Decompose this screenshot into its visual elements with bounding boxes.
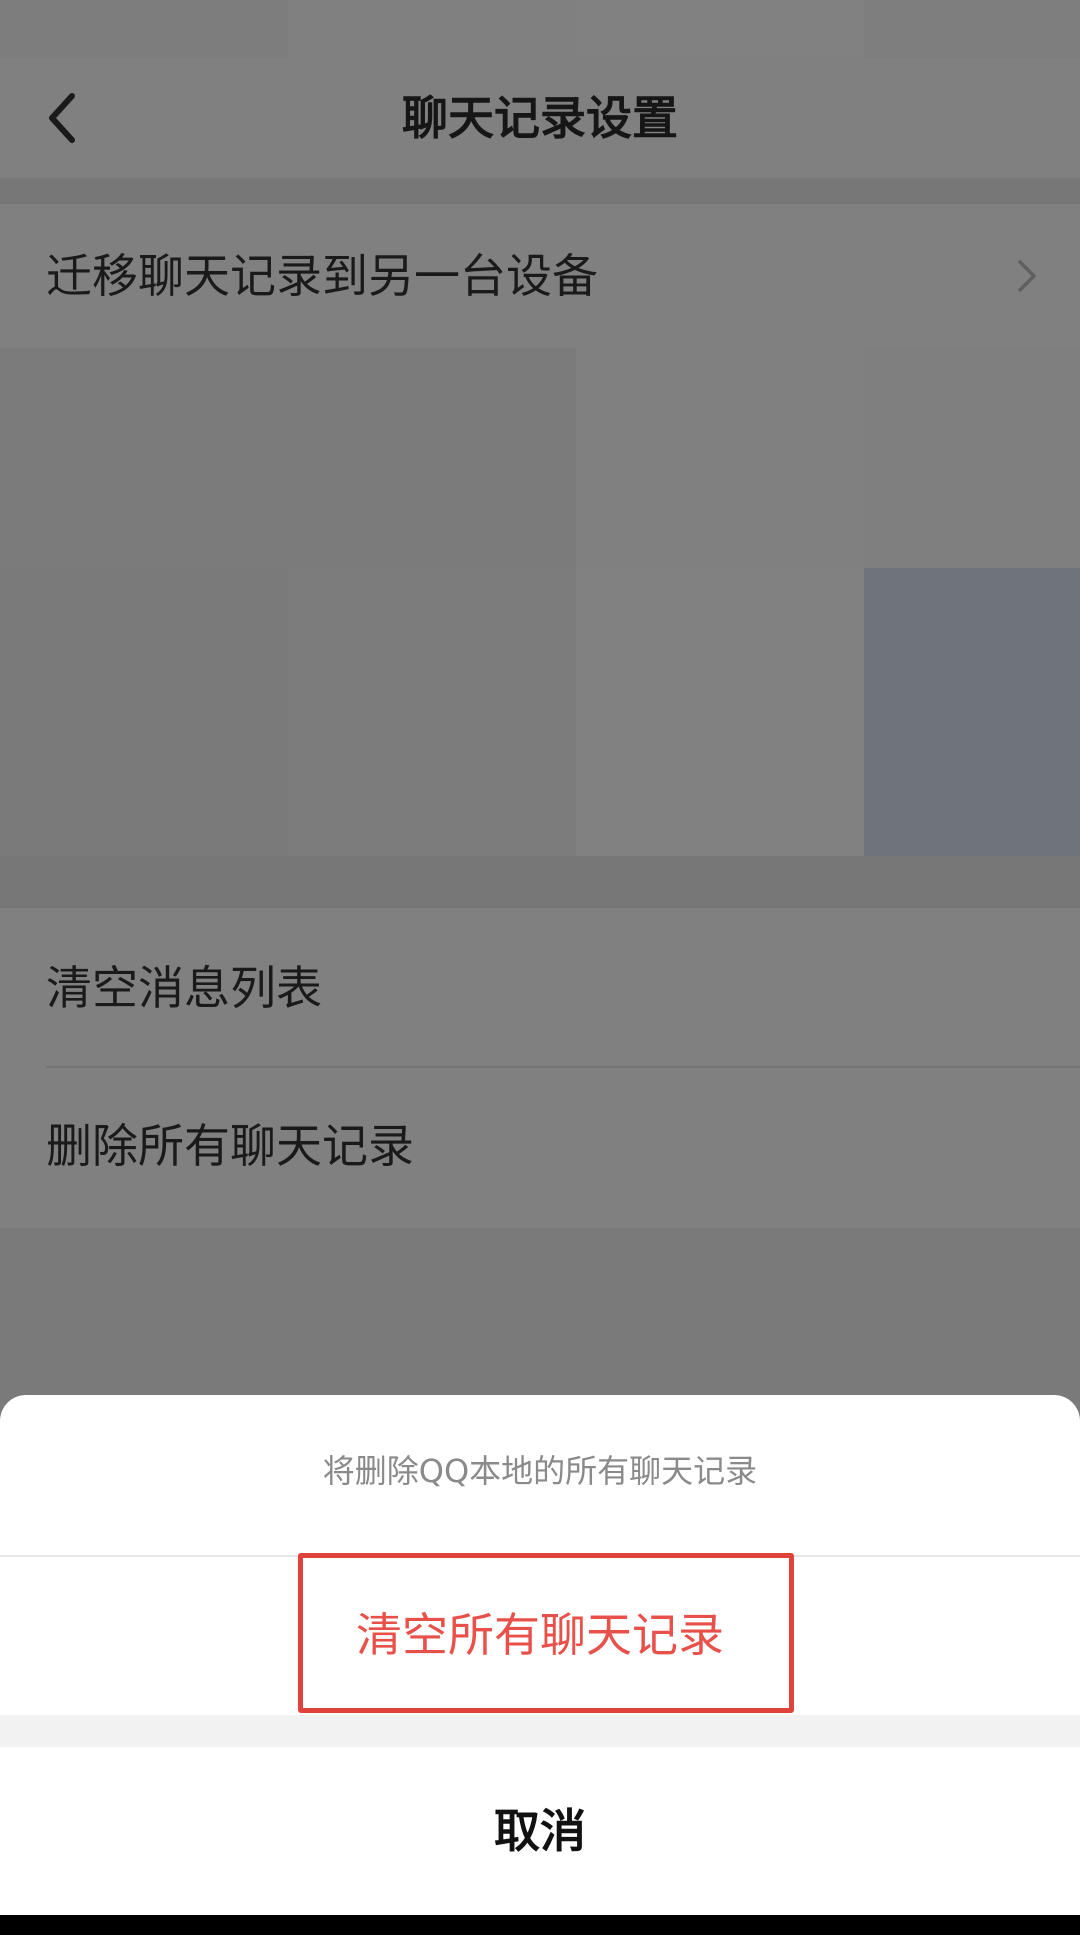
highlight-annotation-box [298, 1553, 794, 1713]
cancel-label: 取消 [494, 1804, 586, 1858]
status-block [288, 0, 576, 58]
sheet-message: 将删除QQ本地的所有聊天记录 [322, 1452, 758, 1490]
content-block [864, 568, 1080, 856]
status-block [576, 0, 864, 58]
clear-message-list-row[interactable]: 清空消息列表 [0, 908, 1080, 1068]
nav-header: 聊天记录设置 [0, 58, 1080, 178]
content-block [576, 568, 864, 856]
section-gap [0, 856, 1080, 908]
delete-all-chat-history-label: 删除所有聊天记录 [46, 1119, 414, 1173]
content-block [0, 568, 288, 856]
page-title: 聊天记录设置 [402, 91, 678, 145]
status-area [0, 0, 1080, 58]
content-block [576, 348, 864, 568]
section-gap [0, 178, 1080, 204]
migrate-chat-history-row[interactable]: 迁移聊天记录到另一台设备 [0, 204, 1080, 348]
status-block [864, 0, 1080, 58]
content-block [864, 348, 1080, 568]
clear-message-list-label: 清空消息列表 [46, 961, 322, 1015]
sheet-gap [0, 1715, 1080, 1747]
dimmed-background [0, 1228, 1080, 1398]
content-block [0, 348, 576, 568]
delete-all-chat-history-row[interactable]: 删除所有聊天记录 [0, 1068, 1080, 1228]
cancel-button[interactable]: 取消 [0, 1747, 1080, 1915]
dimmed-content-area [0, 348, 1080, 856]
bottom-bar [0, 1915, 1080, 1935]
screen: 聊天记录设置 迁移聊天记录到另一台设备 清空消息列表 删除所有聊天记录 将删除Q… [0, 0, 1080, 1935]
chevron-right-icon [1012, 252, 1042, 300]
status-block [0, 0, 288, 58]
migrate-chat-history-label: 迁移聊天记录到另一台设备 [46, 249, 598, 303]
content-block [288, 568, 576, 856]
